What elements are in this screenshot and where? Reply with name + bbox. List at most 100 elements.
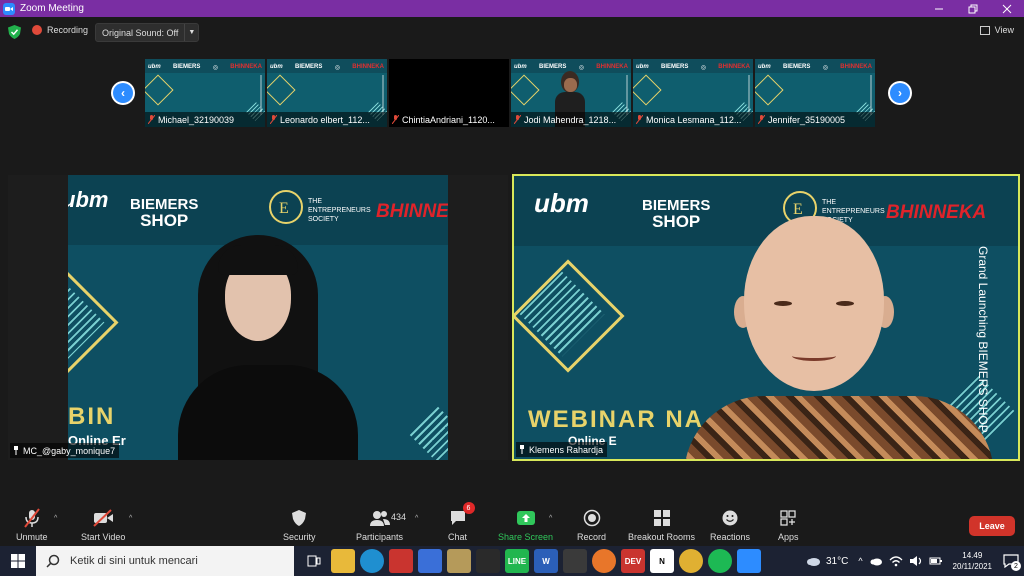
- sponsor-logos: ubm BIEMERS ◎ BHINNEKA: [636, 64, 750, 71]
- breakout-rooms-button[interactable]: Breakout Rooms: [628, 508, 695, 542]
- search-placeholder: Ketik di sini untuk mencari: [70, 555, 198, 567]
- task-view-icon[interactable]: [302, 549, 326, 573]
- muted-mic-icon: [636, 115, 643, 124]
- battery-icon[interactable]: [929, 555, 943, 567]
- notion-icon[interactable]: N: [650, 549, 674, 573]
- sponsor-logos: ubm BIEMERS ◎ BHINNEKA: [758, 64, 872, 71]
- participant-strip: ubm BIEMERS ◎ BHINNEKA Michael_32190039 ubm…: [145, 59, 877, 127]
- participant-name: Jennifer_35190005: [768, 114, 846, 125]
- participant-tile[interactable]: ubm BIEMERS ◎ BHINNEKA Jodi Mahendra_1218..…: [511, 59, 631, 127]
- chevron-right-icon: ›: [890, 83, 910, 103]
- chevron-left-icon: ‹: [113, 83, 133, 103]
- breakout-rooms-icon: [653, 510, 670, 526]
- start-video-button[interactable]: Start Video: [81, 508, 125, 542]
- muted-mic-icon: [392, 115, 399, 124]
- participants-options-caret[interactable]: ^: [415, 515, 418, 522]
- windows-logo-icon: [11, 554, 25, 568]
- video-tile-active-speaker[interactable]: ubm BIEMERSSHOP E THE ENTREPRENEURS SOCI…: [512, 174, 1020, 461]
- audio-options-caret[interactable]: ^: [54, 515, 57, 522]
- pin-icon: [14, 446, 18, 455]
- record-icon: [583, 509, 600, 527]
- sponsor-logos: ubm BIEMERS ◎ BHINNEKA: [270, 64, 384, 71]
- weather-cloud-icon[interactable]: [805, 555, 821, 567]
- view-button[interactable]: View: [979, 25, 1014, 35]
- minimize-icon: [935, 8, 943, 9]
- line-app-icon[interactable]: LINE: [505, 549, 529, 573]
- share-screen-button[interactable]: Share Screen: [498, 508, 553, 542]
- firefox-icon[interactable]: [592, 549, 616, 573]
- original-sound-button[interactable]: Original Sound: Off ▼: [95, 23, 200, 42]
- start-button[interactable]: [0, 546, 36, 576]
- calculator-icon[interactable]: [476, 549, 500, 573]
- apps-button[interactable]: Apps: [778, 508, 799, 542]
- microsoft-store-icon[interactable]: [418, 549, 442, 573]
- meeting-top-bar: Recording Original Sound: Off ▼ View: [0, 17, 1024, 47]
- zoom-taskbar-icon[interactable]: [737, 549, 761, 573]
- reactions-button[interactable]: Reactions: [710, 508, 750, 542]
- wifi-icon[interactable]: [889, 555, 903, 567]
- folder-icon[interactable]: [447, 549, 471, 573]
- next-page-button[interactable]: ›: [888, 81, 912, 105]
- svg-text:E: E: [279, 200, 289, 217]
- security-shield-icon: [292, 510, 307, 526]
- show-hidden-icons-caret[interactable]: ^: [858, 556, 862, 566]
- restore-icon: [968, 4, 978, 13]
- participants-count: 434: [391, 512, 407, 522]
- chat-button[interactable]: 6 Chat: [448, 502, 475, 542]
- biemers-shop-logo: BIEMERS SHOP: [130, 196, 199, 230]
- edge-browser-icon[interactable]: [360, 549, 384, 573]
- close-button[interactable]: [990, 0, 1024, 17]
- participant-tile[interactable]: ChintiaAndriani_1120...: [389, 59, 509, 127]
- webinar-title-text: WEBINAR NA: [528, 406, 704, 433]
- spotify-icon[interactable]: [708, 549, 732, 573]
- leave-button[interactable]: Leave: [969, 516, 1015, 536]
- notification-count-badge: 2: [1011, 561, 1021, 571]
- participant-tile[interactable]: ubm BIEMERS ◎ BHINNEKA Monica Lesmana_112..…: [633, 59, 753, 127]
- video-options-caret[interactable]: ^: [129, 515, 132, 522]
- onedrive-cloud-icon[interactable]: [869, 556, 883, 566]
- webinar-title-text: BIN: [68, 403, 116, 430]
- reactions-smiley-icon: [722, 510, 738, 526]
- recording-indicator[interactable]: Recording: [32, 25, 88, 35]
- unmute-button[interactable]: Unmute: [16, 508, 48, 542]
- title-bar: Zoom Meeting: [0, 0, 1024, 17]
- virtual-background: ubm BIEMERSSHOP E THE ENTREPRENEURS SOCI…: [68, 175, 448, 460]
- video-name-label: Klemens Rahardja: [516, 442, 608, 457]
- participant-name: ChintiaAndriani_1120...: [402, 114, 495, 125]
- mail-icon[interactable]: [563, 549, 587, 573]
- file-explorer-icon[interactable]: [331, 549, 355, 573]
- maximize-button[interactable]: [956, 0, 990, 17]
- speaker-video: [684, 216, 994, 459]
- participant-tile[interactable]: ubm BIEMERS ◎ BHINNEKA Michael_32190039: [145, 59, 265, 127]
- devcpp-icon[interactable]: DEV: [621, 549, 645, 573]
- chrome-icon[interactable]: [679, 549, 703, 573]
- bhinneka-logo: BHINNEKA: [376, 201, 448, 222]
- previous-page-button[interactable]: ‹: [111, 81, 135, 105]
- muted-microphone-icon: [23, 508, 40, 528]
- share-screen-icon: [516, 511, 535, 525]
- participant-tile[interactable]: ubm BIEMERS ◎ BHINNEKA Leonardo elbert_112.…: [267, 59, 387, 127]
- volume-icon[interactable]: [909, 555, 923, 567]
- recording-label: Recording: [47, 25, 89, 35]
- ubm-logo: ubm: [534, 188, 589, 218]
- view-grid-icon: [979, 25, 990, 35]
- taskbar-clock[interactable]: 14.49 20/11/2021: [953, 550, 992, 572]
- video-tile-mc[interactable]: ubm BIEMERSSHOP E THE ENTREPRENEURS SOCI…: [8, 175, 508, 460]
- notification-center-button[interactable]: 2: [998, 546, 1024, 576]
- muted-mic-icon: [758, 115, 765, 124]
- participants-icon: [369, 511, 390, 526]
- security-button[interactable]: Security: [283, 508, 316, 542]
- encryption-shield-icon[interactable]: [8, 25, 21, 39]
- gift-app-icon[interactable]: [389, 549, 413, 573]
- participant-tile[interactable]: ubm BIEMERS ◎ BHINNEKA Jennifer_35190005: [755, 59, 875, 127]
- taskbar-search-box[interactable]: Ketik di sini untuk mencari: [36, 546, 294, 576]
- word-icon[interactable]: W: [534, 549, 558, 573]
- participant-name: Jodi Mahendra_1218...: [524, 114, 617, 125]
- share-options-caret[interactable]: ^: [549, 515, 552, 522]
- chevron-down-icon[interactable]: ▼: [184, 24, 198, 41]
- presenter-video: [178, 235, 358, 460]
- temperature-text[interactable]: 31°C: [826, 556, 848, 567]
- record-button[interactable]: Record: [577, 508, 606, 542]
- minimize-button[interactable]: [922, 0, 956, 17]
- apps-icon: [780, 510, 796, 526]
